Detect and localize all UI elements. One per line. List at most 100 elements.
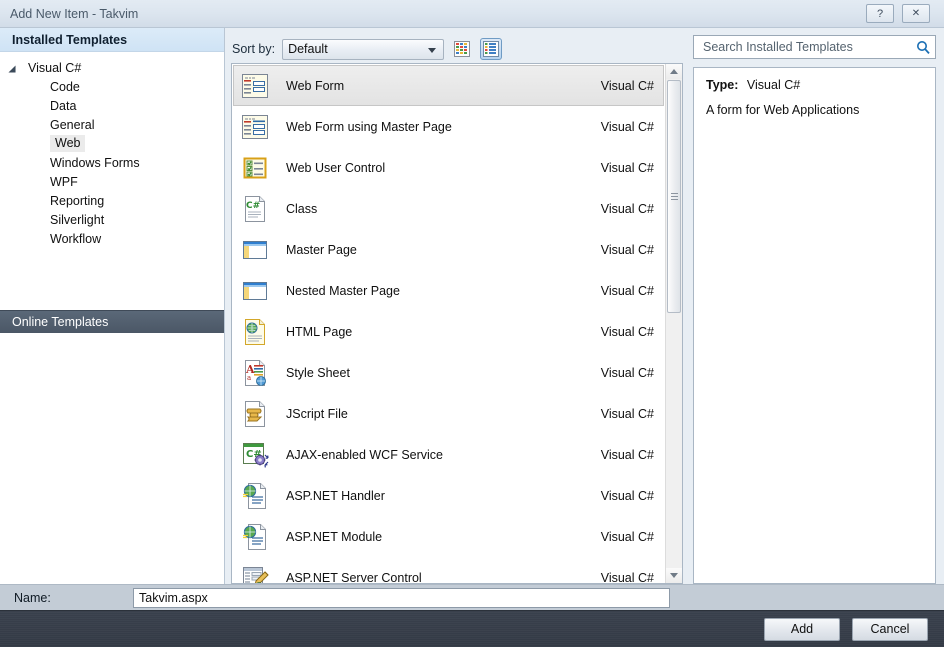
dialog-footer: Add Cancel: [0, 610, 944, 647]
sort-by-dropdown[interactable]: Default: [282, 38, 445, 60]
close-button[interactable]: ✕: [902, 4, 930, 23]
jscript-file-icon: [239, 398, 271, 430]
tree-item-windows-forms[interactable]: Windows Forms: [0, 153, 224, 172]
template-item-aspnet-handler[interactable]: ASP.NET Handler Visual C#: [233, 475, 664, 516]
tree-item-label: Windows Forms: [50, 155, 140, 170]
tree-item-label: Silverlight: [50, 212, 105, 227]
categories-pane: Installed Templates Visual C# Code Data …: [0, 28, 225, 584]
template-item-nested-master-page[interactable]: Nested Master Page Visual C#: [233, 270, 664, 311]
template-description: A form for Web Applications: [706, 103, 860, 117]
add-new-item-dialog: Add New Item - Takvim ? ✕ Installed Temp…: [0, 0, 944, 647]
list-view-icon: [483, 41, 500, 57]
template-language: Visual C#: [600, 78, 654, 93]
list-view-button[interactable]: [480, 38, 503, 60]
template-item-web-user-control[interactable]: Web User Control Visual C#: [233, 147, 664, 188]
template-name: ASP.NET Handler: [286, 488, 385, 503]
template-language: Visual C#: [600, 488, 654, 503]
web-form-master-icon: [239, 111, 271, 143]
tree-item-workflow[interactable]: Workflow: [0, 229, 224, 248]
name-input[interactable]: [133, 587, 670, 608]
template-item-jscript-file[interactable]: JScript File Visual C#: [233, 393, 664, 434]
help-button[interactable]: ?: [866, 4, 894, 23]
tree-item-reporting[interactable]: Reporting: [0, 191, 224, 210]
chevron-down-icon[interactable]: [12, 63, 22, 73]
template-item-ajax-enabled-wcf-service[interactable]: C# AJAX-enabled WCF Service Visual C#: [233, 434, 664, 475]
tree-item-label: Web: [50, 135, 86, 152]
online-templates-header[interactable]: Online Templates: [0, 309, 224, 333]
template-name: AJAX-enabled WCF Service: [286, 447, 444, 462]
scroll-down-button[interactable]: [666, 568, 682, 583]
sort-by-label: Sort by:: [232, 42, 276, 56]
tree-item-web[interactable]: Web: [0, 134, 224, 153]
window-title: Add New Item - Takvim: [10, 7, 139, 21]
tree-item-label: Reporting: [50, 193, 105, 208]
template-name: JScript File: [286, 406, 348, 421]
add-button[interactable]: Add: [764, 617, 840, 641]
tree-item-code[interactable]: Code: [0, 77, 224, 96]
template-description-box: Type: Visual C# A form for Web Applicati…: [693, 67, 936, 584]
template-language: Visual C#: [600, 201, 654, 216]
svg-text:C#: C#: [246, 201, 260, 211]
tree-item-visual-csharp[interactable]: Visual C#: [0, 58, 224, 77]
caret-up-icon: [670, 69, 678, 74]
help-icon: ?: [876, 7, 884, 20]
search-container[interactable]: [693, 35, 936, 59]
template-item-web-form[interactable]: Web Form Visual C#: [233, 65, 664, 106]
type-label: Type:: [706, 78, 739, 92]
templates-pane: Sort by: Default Web Form Visual C# Web …: [225, 28, 691, 584]
template-language: Visual C#: [600, 283, 654, 298]
template-name: Web Form using Master Page: [286, 119, 452, 134]
online-templates-empty-area: [0, 332, 224, 584]
master-page-icon: [239, 234, 271, 266]
template-item-html-page[interactable]: HTML Page Visual C#: [233, 311, 664, 352]
details-pane: Type: Visual C# A form for Web Applicati…: [691, 28, 944, 584]
tree-item-label: Data: [50, 98, 77, 113]
chevron-down-icon: [428, 47, 437, 53]
tree-item-label: Code: [50, 79, 80, 94]
template-language: Visual C#: [600, 570, 654, 584]
template-language: Visual C#: [600, 365, 654, 380]
tree-item-data[interactable]: Data: [0, 96, 224, 115]
title-bar: Add New Item - Takvim ? ✕: [0, 0, 944, 28]
tree-item-label: Visual C#: [28, 60, 82, 75]
template-list-container: Web Form Visual C# Web Form using Master…: [231, 63, 683, 584]
template-language: Visual C#: [600, 119, 654, 134]
template-language: Visual C#: [600, 529, 654, 544]
search-input[interactable]: [701, 39, 916, 55]
tree-item-general[interactable]: General: [0, 115, 224, 134]
tree-item-label: General: [50, 117, 95, 132]
csharp-class-icon: C#: [239, 193, 271, 225]
scrollbar-grip-icon: [670, 191, 678, 202]
search-icon[interactable]: [916, 40, 931, 55]
web-form-icon: [239, 70, 271, 102]
cancel-button[interactable]: Cancel: [852, 617, 928, 641]
templates-toolbar: Sort by: Default: [231, 35, 683, 63]
template-item-web-form-using-master-page[interactable]: Web Form using Master Page Visual C#: [233, 106, 664, 147]
scrollbar-thumb[interactable]: [667, 80, 681, 313]
template-item-aspnet-module[interactable]: ASP.NET Module Visual C#: [233, 516, 664, 557]
template-language: Visual C#: [600, 242, 654, 257]
tiles-view-button[interactable]: [451, 38, 473, 60]
template-item-class[interactable]: C# Class Visual C#: [233, 188, 664, 229]
template-item-aspnet-server-control[interactable]: ASP.NET Server Control Visual C#: [233, 557, 664, 583]
style-sheet-icon: A a: [239, 357, 271, 389]
scroll-up-button[interactable]: [666, 64, 682, 79]
template-name: ASP.NET Module: [286, 529, 383, 544]
template-item-master-page[interactable]: Master Page Visual C#: [233, 229, 664, 270]
aspnet-module-icon: [239, 521, 271, 553]
template-name: Web Form: [286, 78, 345, 93]
template-list[interactable]: Web Form Visual C# Web Form using Master…: [232, 64, 665, 583]
template-type-line: Type: Visual C#: [706, 78, 923, 92]
tree-item-silverlight[interactable]: Silverlight: [0, 210, 224, 229]
tree-item-label: Workflow: [50, 231, 102, 246]
tree-item-wpf[interactable]: WPF: [0, 172, 224, 191]
template-language: Visual C#: [600, 324, 654, 339]
template-name: Web User Control: [286, 160, 386, 175]
template-name: ASP.NET Server Control: [286, 570, 422, 584]
aspnet-handler-icon: [239, 480, 271, 512]
template-item-style-sheet[interactable]: A a Style Sheet Visual C#: [233, 352, 664, 393]
template-list-scrollbar[interactable]: [665, 64, 682, 583]
type-value: Visual C#: [746, 78, 801, 92]
template-name: Style Sheet: [286, 365, 350, 380]
svg-text:a: a: [247, 374, 251, 382]
